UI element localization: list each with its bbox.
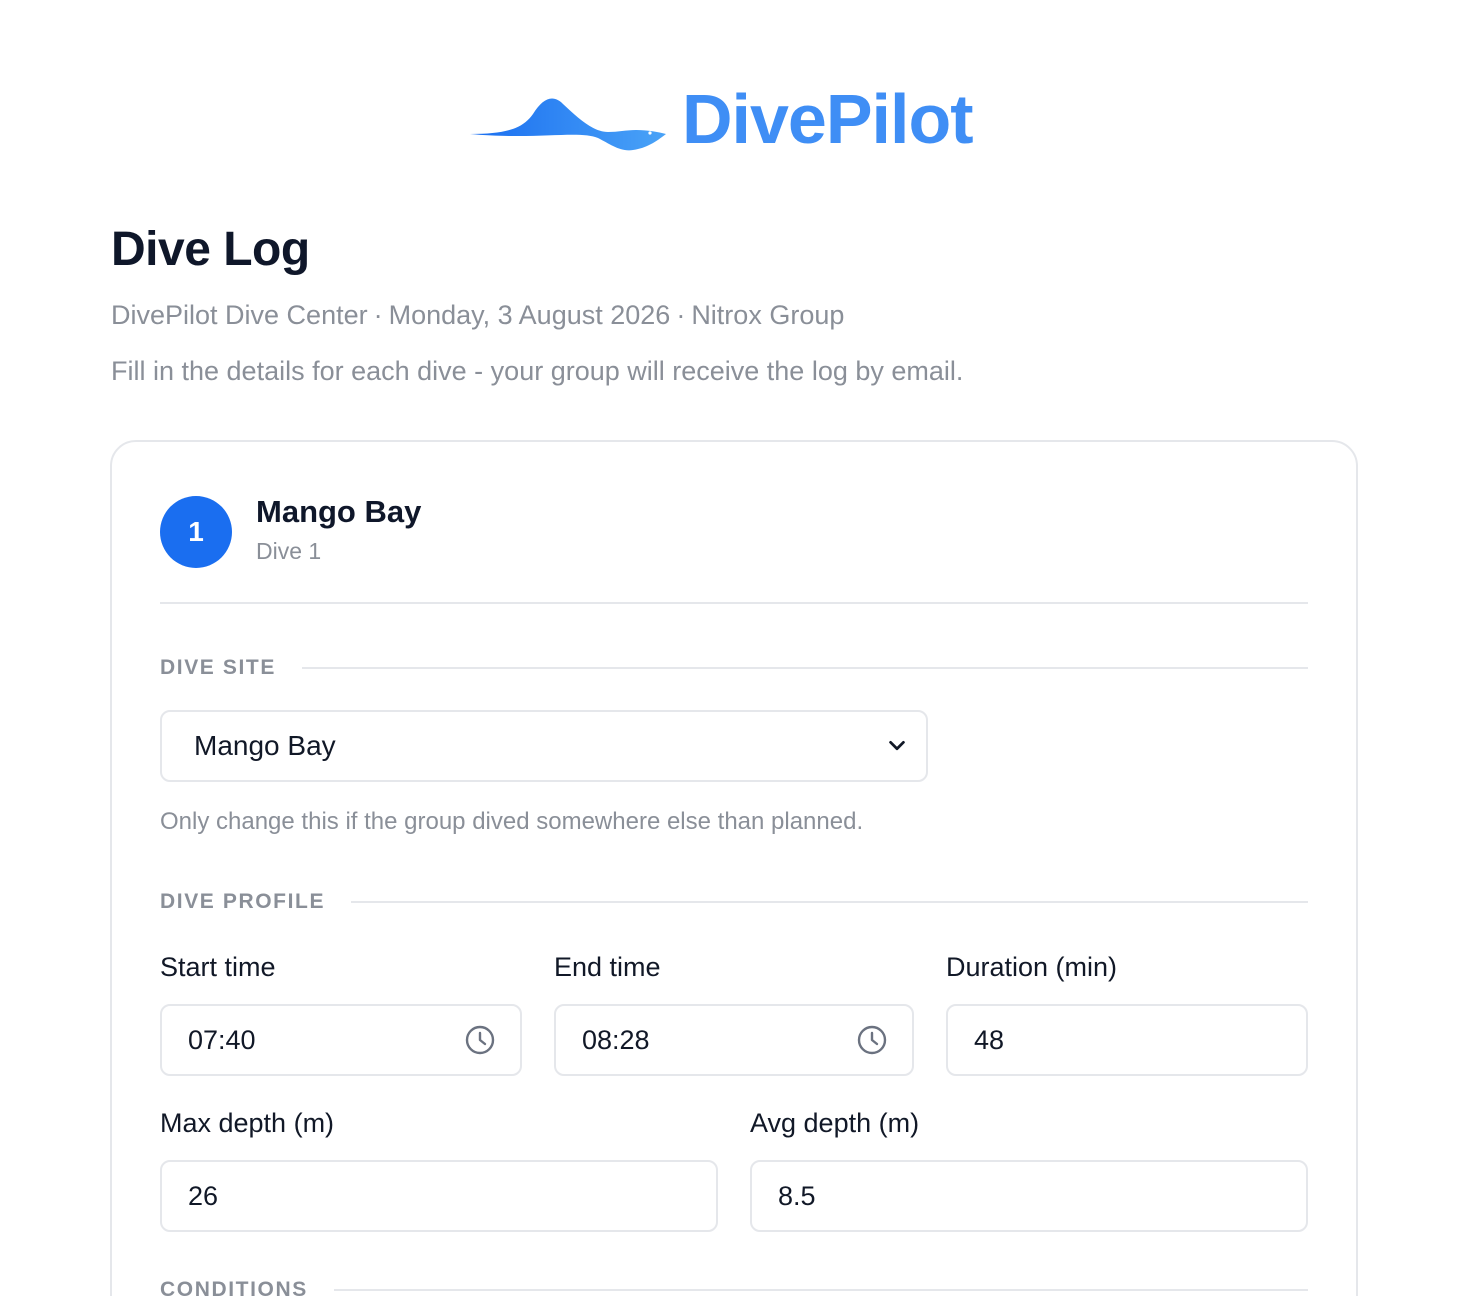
intro-text: Fill in the details for each dive - your… bbox=[111, 356, 964, 386]
avg-depth-value: 8.5 bbox=[778, 1180, 816, 1211]
avg-depth-field: Avg depth (m) 8.5 bbox=[750, 1108, 1308, 1232]
section-divider bbox=[351, 901, 1308, 903]
dive-center: DivePilot Dive Center bbox=[111, 300, 368, 330]
dive-titles: Mango Bay Dive 1 bbox=[256, 494, 421, 565]
end-time-label: End time bbox=[554, 952, 661, 982]
divider bbox=[160, 602, 1308, 604]
start-time-label: Start time bbox=[160, 952, 276, 982]
duration-label: Duration (min) bbox=[946, 952, 1118, 982]
meta-separator: · bbox=[373, 300, 383, 330]
dive-number-badge: 1 bbox=[160, 496, 232, 568]
end-time-value: 08:28 bbox=[582, 1024, 650, 1055]
brand-logo: DivePilot bbox=[468, 80, 974, 158]
end-time-field: End time 08:28 bbox=[554, 952, 914, 1076]
start-time-value: 07:40 bbox=[188, 1024, 256, 1055]
page-title: Dive Log bbox=[111, 223, 310, 276]
duration-input[interactable]: 48 bbox=[946, 1004, 1308, 1076]
dive-site-value: Mango Bay bbox=[194, 730, 336, 761]
wave-logo-icon bbox=[470, 98, 666, 151]
duration-field: Duration (min) 48 bbox=[946, 952, 1308, 1076]
dive-card: 1 Mango Bay Dive 1 DIVE SITE Mango Bay O… bbox=[110, 440, 1358, 1296]
clock-icon[interactable] bbox=[856, 1024, 888, 1056]
section-label: CONDITIONS bbox=[160, 1278, 308, 1296]
start-time-field: Start time 07:40 bbox=[160, 952, 522, 1076]
max-depth-value: 26 bbox=[188, 1180, 219, 1211]
max-depth-field: Max depth (m) 26 bbox=[160, 1108, 718, 1232]
dive-site-hint: Only change this if the group dived some… bbox=[160, 808, 864, 835]
dive-meta: DivePilot Dive Center · Monday, 3 August 2… bbox=[111, 300, 844, 331]
avg-depth-input[interactable]: 8.5 bbox=[750, 1160, 1308, 1232]
dive-site-select[interactable]: Mango Bay bbox=[160, 710, 928, 782]
section-dive-site: DIVE SITE bbox=[160, 656, 1308, 680]
section-label: DIVE PROFILE bbox=[160, 890, 326, 913]
dive-header: 1 Mango Bay Dive 1 bbox=[160, 494, 421, 568]
meta-separator: · bbox=[676, 300, 686, 330]
duration-value: 48 bbox=[974, 1024, 1005, 1055]
page: DivePilot Dive Log DivePilot Dive Center… bbox=[0, 0, 1468, 1296]
start-time-input[interactable]: 07:40 bbox=[160, 1004, 522, 1076]
chevron-down-icon bbox=[889, 740, 905, 751]
brand-name: DivePilot bbox=[682, 80, 974, 158]
section-conditions: CONDITIONS bbox=[160, 1278, 1308, 1296]
section-label: DIVE SITE bbox=[160, 656, 276, 679]
end-time-input[interactable]: 08:28 bbox=[554, 1004, 914, 1076]
dive-group: Nitrox Group bbox=[691, 300, 845, 330]
section-dive-profile: DIVE PROFILE bbox=[160, 890, 1308, 914]
max-depth-input[interactable]: 26 bbox=[160, 1160, 718, 1232]
dive-subtitle: Dive 1 bbox=[256, 537, 322, 564]
max-depth-label: Max depth (m) bbox=[160, 1108, 335, 1138]
section-divider bbox=[301, 667, 1308, 669]
section-divider bbox=[333, 1289, 1308, 1291]
clock-icon[interactable] bbox=[464, 1024, 496, 1056]
dive-name: Mango Bay bbox=[256, 493, 422, 529]
avg-depth-label: Avg depth (m) bbox=[750, 1108, 920, 1138]
dive-date: Monday, 3 August 2026 bbox=[388, 300, 671, 330]
